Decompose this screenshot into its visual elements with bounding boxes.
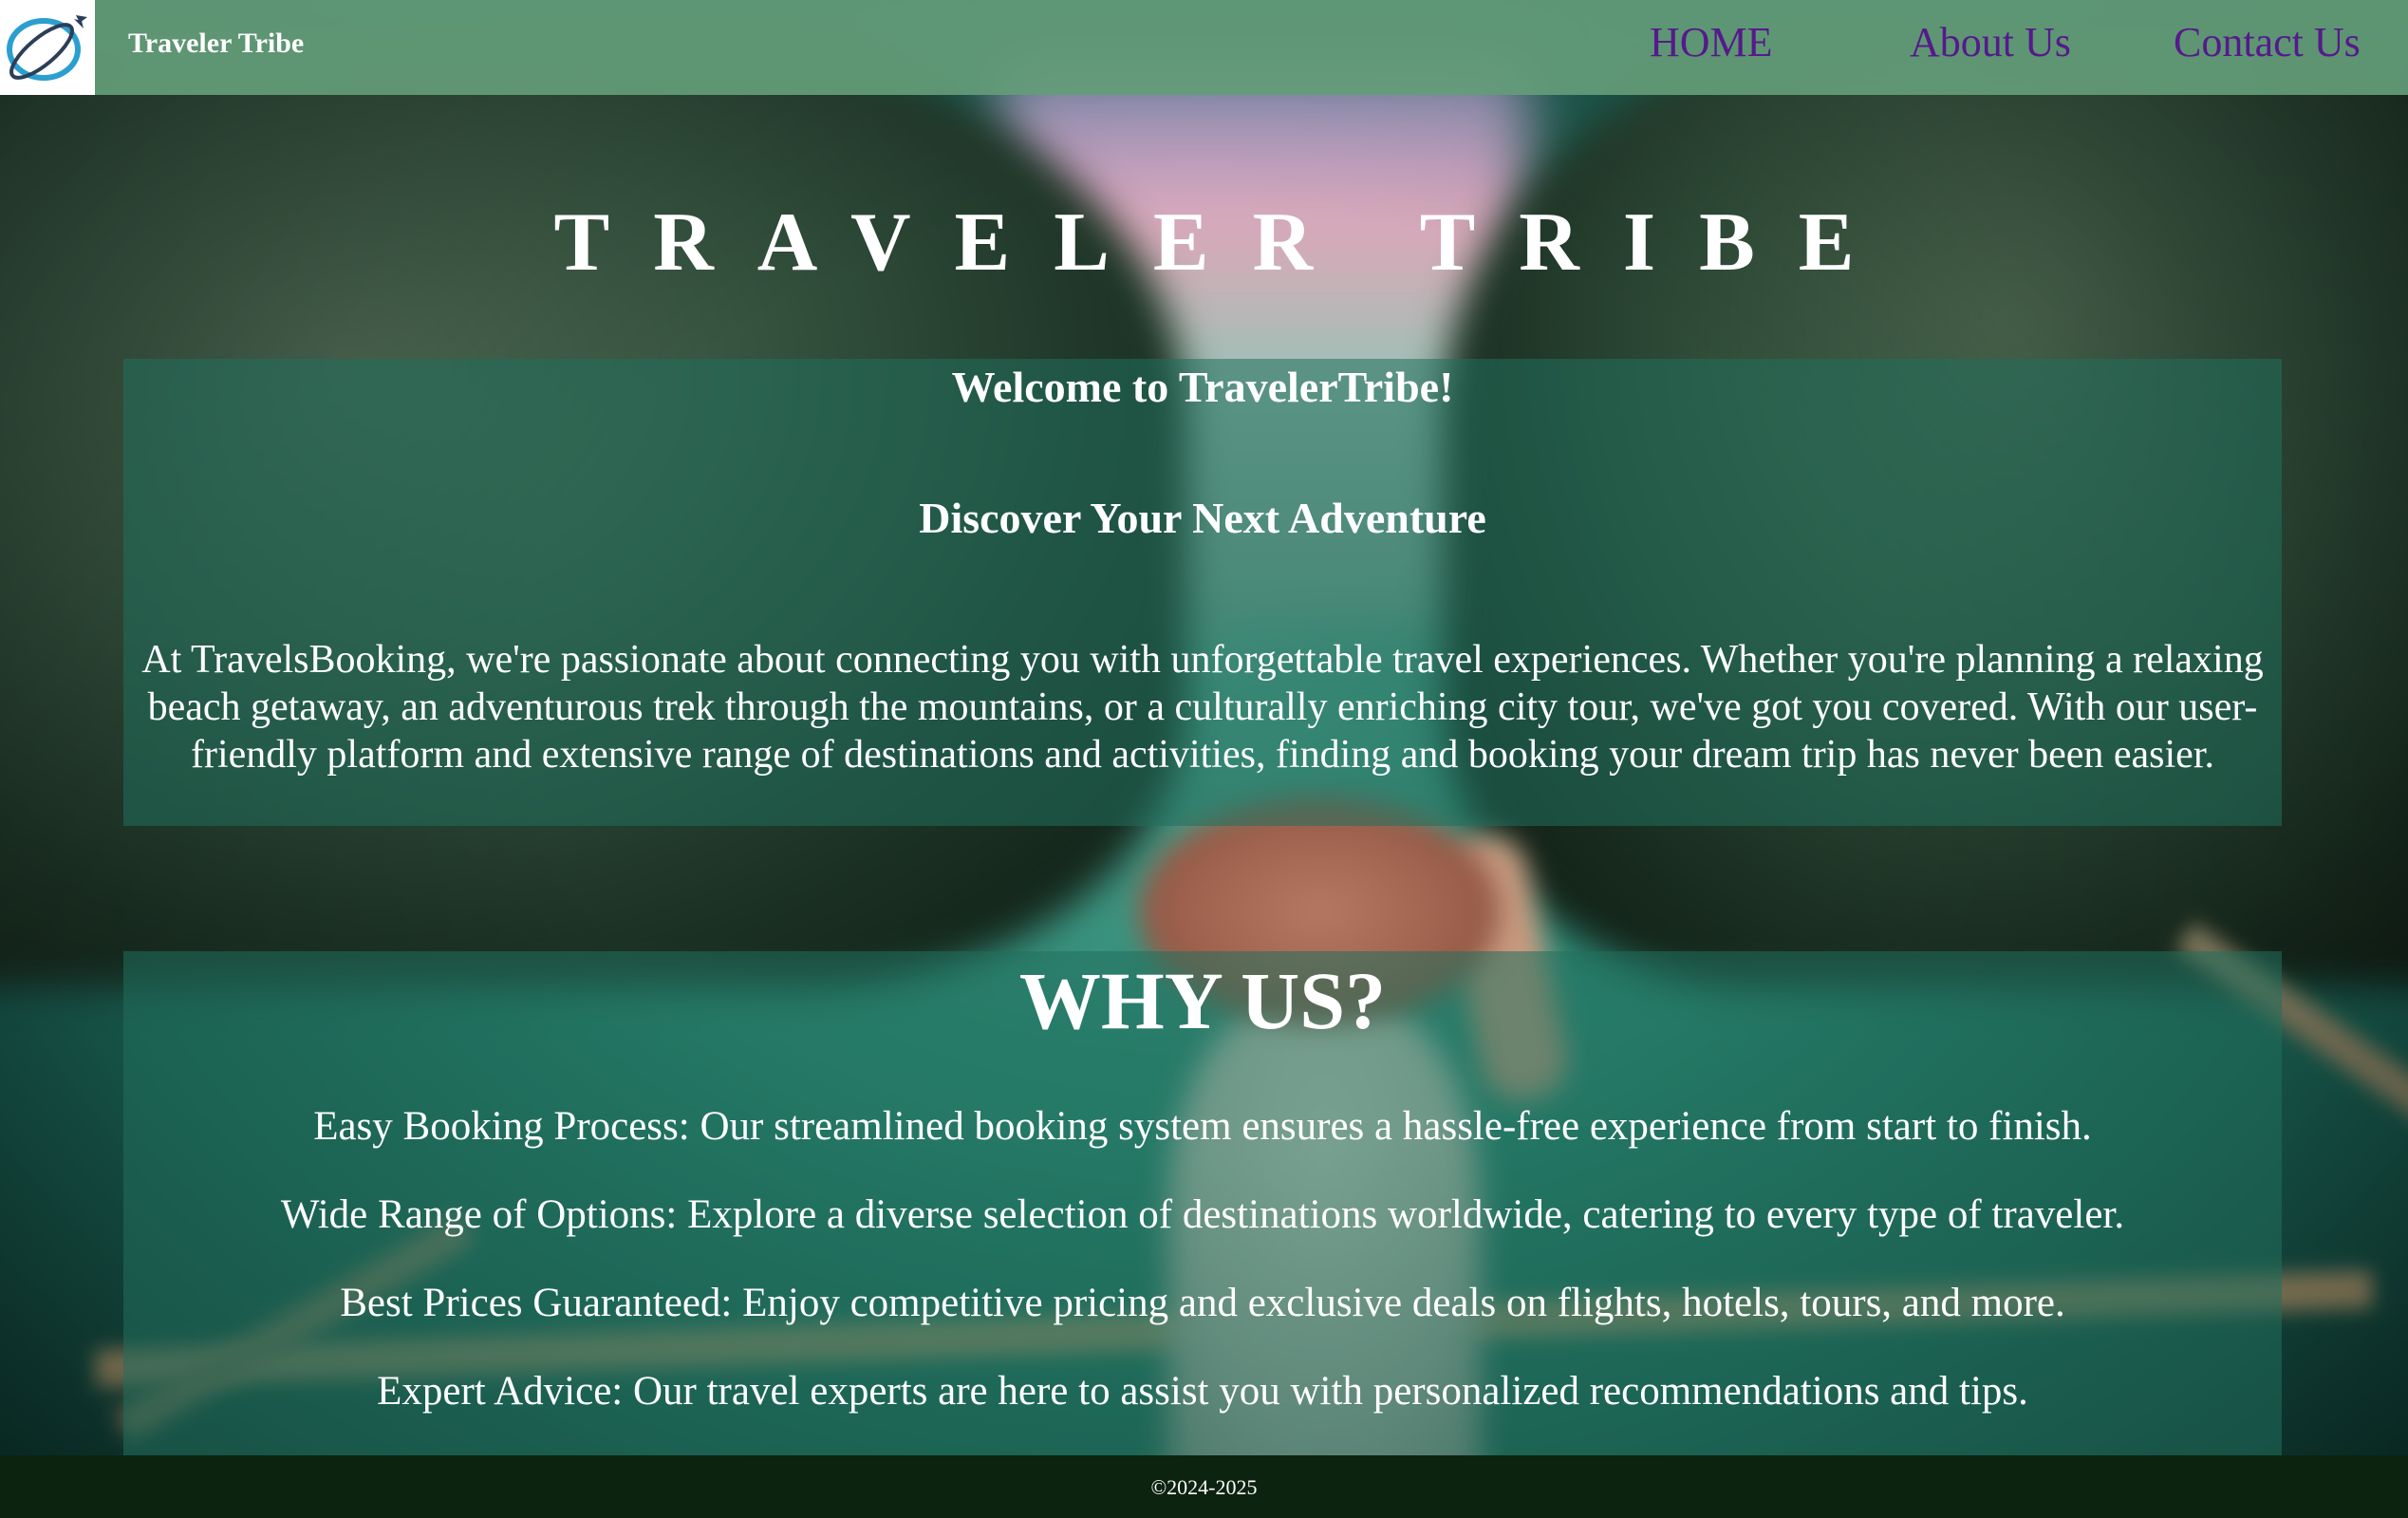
why-us-heading: WHY US? <box>1018 955 1387 1046</box>
why-us-item: Expert Advice: Our travel experts are he… <box>377 1369 2028 1414</box>
page: Traveler Tribe HOME About Us Contact Us … <box>0 0 2408 1518</box>
footer: ©2024-2025 <box>0 1455 2408 1518</box>
why-us-list: Easy Booking Process: Our streamlined bo… <box>123 1101 2282 1454</box>
copyright-text: ©2024-2025 <box>1150 1475 1258 1499</box>
top-navbar: Traveler Tribe HOME About Us Contact Us <box>0 0 2408 95</box>
nav-home-link[interactable]: HOME <box>1650 17 1773 68</box>
hero-title: TRAVELER TRIBE <box>553 196 1898 289</box>
nav-contact-us-link[interactable]: Contact Us <box>2174 17 2361 68</box>
why-us-section: WHY US? Easy Booking Process: Our stream… <box>123 951 2282 1464</box>
logo-icon[interactable] <box>0 0 95 95</box>
welcome-heading: Welcome to TravelerTribe! <box>951 363 1454 411</box>
why-us-item: Easy Booking Process: Our streamlined bo… <box>313 1104 2092 1149</box>
why-us-item: Best Prices Guaranteed: Enjoy competitiv… <box>340 1281 2065 1325</box>
nav-about-us-link[interactable]: About Us <box>1910 17 2071 68</box>
adventure-subheading: Discover Your Next Adventure <box>919 494 1486 542</box>
welcome-section: Welcome to TravelerTribe! Discover Your … <box>123 359 2282 826</box>
brand-name[interactable]: Traveler Tribe <box>128 25 304 63</box>
intro-paragraph: At TravelsBooking, we're passionate abou… <box>141 638 2264 777</box>
why-us-item: Wide Range of Options: Explore a diverse… <box>280 1192 2125 1237</box>
